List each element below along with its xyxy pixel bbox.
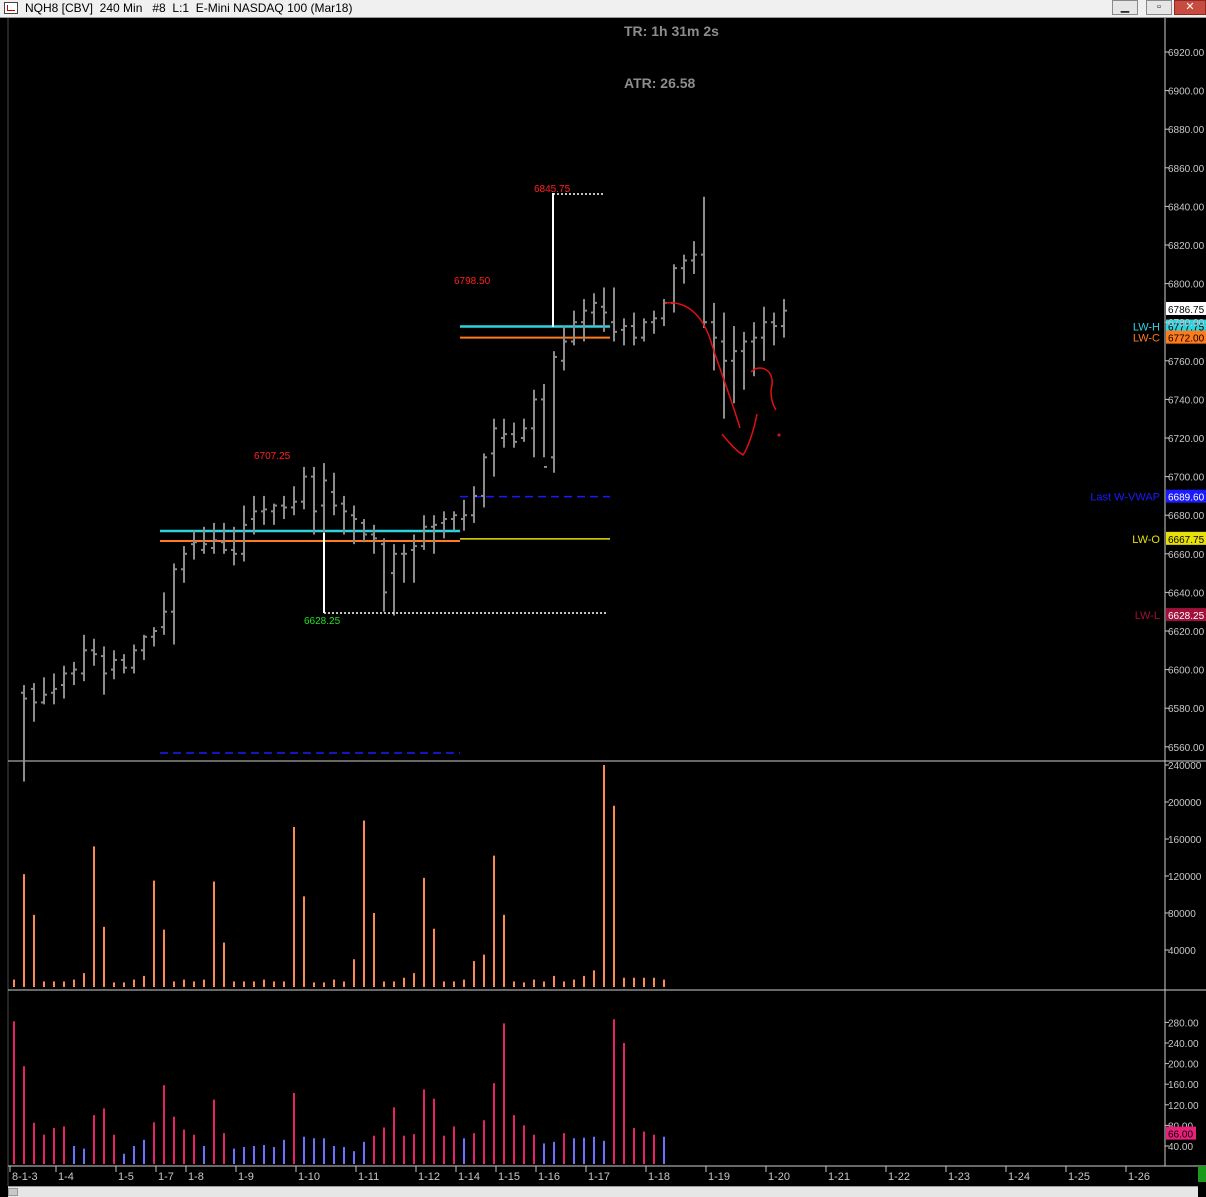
time-tick-label: 1-21 <box>828 1171 850 1183</box>
high-label-6707: 6707.25 <box>254 451 291 462</box>
time-remaining-text: TR: 1h 31m 2s <box>624 23 719 39</box>
price-tick-label: 6560.00 <box>1168 743 1205 754</box>
price-tick-label: 6760.00 <box>1168 357 1205 368</box>
time-tick-label: 1-12 <box>418 1171 440 1183</box>
price-tick-label: 6600.00 <box>1168 666 1205 677</box>
price-tick-label: 6740.00 <box>1168 395 1205 406</box>
price-tick-label: 6780.00 <box>1168 318 1205 329</box>
volume-tick-label: 40000 <box>1168 946 1196 957</box>
volume-tick-label: 200000 <box>1168 798 1202 809</box>
price-tick-label: 6920.00 <box>1168 48 1205 59</box>
atr-text: ATR: 26.58 <box>624 75 696 91</box>
level-value-1: 6772.00 <box>1168 334 1205 345</box>
indicator-tick-label: 40.00 <box>1168 1142 1193 1153</box>
low-label-6628: 6628.25 <box>304 616 341 627</box>
price-tick-label: 6660.00 <box>1168 550 1205 561</box>
time-tick-label: 1-20 <box>768 1171 790 1183</box>
maximize-button[interactable]: ▫ <box>1146 0 1172 15</box>
price-tick-label: 6820.00 <box>1168 241 1205 252</box>
indicator-tick-label: 240.00 <box>1168 1039 1199 1050</box>
volume-tick-label: 80000 <box>1168 909 1196 920</box>
time-tick-label: 1-15 <box>498 1171 520 1183</box>
price-tick-label: 6700.00 <box>1168 473 1205 484</box>
level-value-2: 6689.60 <box>1168 493 1205 504</box>
price-tick-label: 6900.00 <box>1168 87 1205 98</box>
scrollbar-thumb[interactable] <box>8 1188 18 1196</box>
level-label-3: LW-O <box>1132 534 1160 546</box>
price-tick-label: 6640.00 <box>1168 588 1205 599</box>
volume-tick-label: 160000 <box>1168 835 1202 846</box>
time-tick-label: 1-9 <box>238 1171 254 1183</box>
price-tick-label: 6860.00 <box>1168 164 1205 175</box>
indicator-tick-label: 200.00 <box>1168 1060 1199 1071</box>
level-label-1: LW-C <box>1133 333 1160 345</box>
time-tick-label: 1-23 <box>948 1171 970 1183</box>
horizontal-scrollbar[interactable] <box>8 1186 1198 1197</box>
time-tick-label: 1-22 <box>888 1171 910 1183</box>
time-tick-label: 1-18 <box>648 1171 670 1183</box>
time-tick-label: 1-25 <box>1068 1171 1090 1183</box>
time-tick-label: 1-4 <box>58 1171 74 1183</box>
level-value-4: 6628.25 <box>1168 611 1205 622</box>
high-label-6798: 6798.50 <box>454 276 491 287</box>
volume-tick-label: 240000 <box>1168 761 1202 772</box>
price-tick-label: 6720.00 <box>1168 434 1205 445</box>
price-tick-label: 6580.00 <box>1168 704 1205 715</box>
chart-app-icon <box>4 2 18 14</box>
time-tick-label: 1-26 <box>1128 1171 1150 1183</box>
time-tick-label: 1-14 <box>458 1171 480 1183</box>
time-tick-label: 8-1-3 <box>12 1171 38 1183</box>
time-tick-label: 1-11 <box>358 1171 379 1183</box>
high-label-6845: 6845.75 <box>534 184 571 195</box>
price-tick-label: 6620.00 <box>1168 627 1205 638</box>
time-tick-label: 1-5 <box>118 1171 134 1183</box>
current-price-value: 6786.75 <box>1168 305 1205 316</box>
level-label-2: Last W-VWAP <box>1090 492 1160 504</box>
level-label-4: LW-L <box>1135 610 1160 622</box>
price-tick-label: 6840.00 <box>1168 202 1205 213</box>
time-tick-label: 1-17 <box>588 1171 610 1183</box>
indicator-tick-label: 120.00 <box>1168 1101 1199 1112</box>
indicator-current-value: 66.00 <box>1168 1130 1193 1141</box>
time-tick-label: 1-24 <box>1008 1171 1030 1183</box>
connection-status-indicator <box>1198 1166 1206 1182</box>
time-tick-label: 1-7 <box>158 1171 174 1183</box>
minimize-button[interactable]: ▁ <box>1112 0 1138 15</box>
indicator-tick-label: 160.00 <box>1168 1080 1199 1091</box>
time-tick-label: 1-19 <box>708 1171 730 1183</box>
price-tick-label: 6680.00 <box>1168 511 1205 522</box>
window-title: NQH8 [CBV] 240 Min #8 L:1 E-Mini NASDAQ … <box>25 1 353 15</box>
price-tick-label: 6880.00 <box>1168 125 1205 136</box>
window-titlebar[interactable]: NQH8 [CBV] 240 Min #8 L:1 E-Mini NASDAQ … <box>0 0 1206 18</box>
time-tick-label: 1-16 <box>538 1171 560 1183</box>
time-tick-label: 1-10 <box>298 1171 320 1183</box>
price-chart[interactable]: LW-H 6777.75LW-C 6772.00Last W-VWAP 6689.60… <box>0 18 1206 1196</box>
level-value-3: 6667.75 <box>1168 535 1205 546</box>
volume-tick-label: 120000 <box>1168 872 1202 883</box>
time-tick-label: 1-8 <box>188 1171 204 1183</box>
price-tick-label: 6800.00 <box>1168 280 1205 291</box>
close-button[interactable]: ✕ <box>1174 0 1206 15</box>
indicator-tick-label: 280.00 <box>1168 1018 1199 1029</box>
